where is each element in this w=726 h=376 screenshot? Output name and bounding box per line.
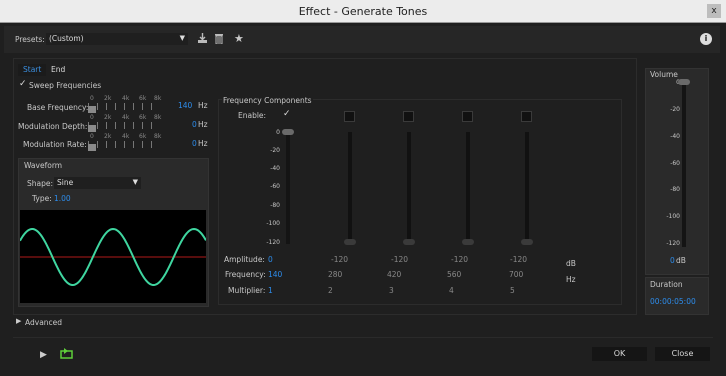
- advanced-label[interactable]: Advanced: [25, 318, 62, 327]
- amplitude-value-5[interactable]: -120: [510, 255, 527, 264]
- type-value[interactable]: 1.00: [54, 194, 71, 203]
- base-frequency-label: Base Frequency:: [27, 103, 89, 112]
- base-frequency-slider[interactable]: 0 2k 4k 6k 8k: [88, 95, 163, 113]
- base-frequency-unit: Hz: [198, 101, 208, 110]
- loop-icon[interactable]: [60, 348, 73, 359]
- amplitude-fader-5[interactable]: [503, 128, 537, 248]
- multiplier-value-2[interactable]: 2: [328, 286, 333, 295]
- favorite-star-icon[interactable]: ★: [234, 32, 244, 45]
- enable-checkbox-4[interactable]: [462, 111, 473, 122]
- amplitude-value-2[interactable]: -120: [331, 255, 348, 264]
- base-frequency-value[interactable]: 140: [178, 101, 192, 110]
- shape-value: Sine: [57, 178, 74, 187]
- info-icon[interactable]: i: [700, 33, 712, 45]
- presets-value: (Custom): [49, 34, 84, 43]
- slider-thumb[interactable]: [88, 144, 96, 151]
- amplitude-fader-4[interactable]: [444, 128, 478, 248]
- title-bar: Effect - Generate Tones x: [0, 0, 726, 23]
- presets-label: Presets:: [15, 35, 45, 44]
- enable-checkbox-5[interactable]: [521, 111, 532, 122]
- sweep-checkbox[interactable]: ✓: [19, 79, 27, 89]
- amplitude-value-3[interactable]: -120: [391, 255, 408, 264]
- modulation-rate-unit: Hz: [198, 139, 208, 148]
- fader-knob[interactable]: [521, 239, 533, 245]
- fader-knob[interactable]: [282, 129, 294, 135]
- multiplier-value-1[interactable]: 1: [268, 286, 273, 295]
- save-preset-icon[interactable]: [197, 33, 208, 44]
- fader-knob[interactable]: [462, 239, 474, 245]
- frequency-unit: Hz: [566, 275, 576, 284]
- shape-label: Shape:: [27, 179, 54, 188]
- amplitude-value-1[interactable]: 0: [268, 255, 273, 264]
- fader-knob[interactable]: [678, 79, 690, 85]
- sweep-label: Sweep Frequencies: [29, 81, 102, 90]
- amplitude-fader-1[interactable]: 0 -20 -40 -60 -80 -100 -120: [266, 128, 296, 248]
- amplitude-fader-2[interactable]: [326, 128, 360, 248]
- fader-knob[interactable]: [403, 239, 415, 245]
- multiplier-value-4[interactable]: 4: [449, 286, 454, 295]
- multiplier-value-5[interactable]: 5: [510, 286, 515, 295]
- volume-fader[interactable]: 0 -20 -40 -60 -80 -100 -120: [662, 78, 696, 250]
- chevron-down-icon: ▼: [179, 34, 185, 42]
- play-icon[interactable]: ▶: [40, 350, 47, 360]
- amplitude-value-4[interactable]: -120: [451, 255, 468, 264]
- slider-thumb[interactable]: [88, 125, 96, 132]
- amplitude-label: Amplitude:: [224, 255, 265, 264]
- modulation-rate-value[interactable]: 0: [192, 139, 197, 148]
- enable-label: Enable:: [238, 111, 267, 120]
- tab-end[interactable]: End: [46, 64, 70, 76]
- duration-value[interactable]: 00:00:05:00: [650, 297, 696, 306]
- amplitude-fader-3[interactable]: [385, 128, 419, 248]
- delete-preset-icon[interactable]: [214, 33, 224, 44]
- close-window-button[interactable]: x: [707, 4, 721, 18]
- divider: [13, 337, 713, 338]
- frequency-value-3[interactable]: 420: [387, 270, 401, 279]
- multiplier-label: Multiplier:: [228, 286, 266, 295]
- frequency-components-title: Frequency Components: [222, 96, 313, 105]
- close-button[interactable]: Close: [655, 347, 710, 361]
- fader-knob[interactable]: [344, 239, 356, 245]
- modulation-rate-label: Modulation Rate:: [23, 140, 87, 149]
- volume-unit: dB: [676, 256, 686, 265]
- enable-checkbox-3[interactable]: [403, 111, 414, 122]
- frequency-label: Frequency:: [225, 270, 266, 279]
- waveform-title: Waveform: [24, 161, 63, 170]
- type-label: Type:: [32, 194, 52, 203]
- frequency-value-5[interactable]: 700: [509, 270, 523, 279]
- modulation-depth-unit: Hz: [198, 120, 208, 129]
- multiplier-value-3[interactable]: 3: [389, 286, 394, 295]
- tab-start[interactable]: Start: [18, 64, 47, 76]
- enable-checkbox-2[interactable]: [344, 111, 355, 122]
- duration-title: Duration: [650, 280, 683, 289]
- modulation-depth-slider[interactable]: 0 2k 4k 6k 8k: [88, 114, 163, 132]
- frequency-value-4[interactable]: 560: [447, 270, 461, 279]
- expand-arrow-icon[interactable]: ▶: [16, 317, 21, 325]
- presets-dropdown[interactable]: (Custom) ▼: [46, 33, 188, 45]
- window-title: Effect - Generate Tones: [298, 5, 428, 18]
- enable-checkbox-1[interactable]: ✓: [283, 109, 291, 119]
- modulation-depth-label: Modulation Depth:: [18, 122, 88, 131]
- volume-value[interactable]: 0: [670, 256, 675, 265]
- shape-dropdown[interactable]: Sine ▼: [54, 177, 141, 189]
- frequency-value-2[interactable]: 280: [328, 270, 342, 279]
- modulation-depth-value[interactable]: 0: [192, 120, 197, 129]
- ok-button[interactable]: OK: [592, 347, 647, 361]
- waveform-display: [20, 210, 206, 303]
- amplitude-unit: dB: [566, 259, 576, 268]
- modulation-rate-slider[interactable]: 0 2k 4k 6k 8k: [88, 133, 163, 151]
- chevron-down-icon: ▼: [132, 178, 138, 186]
- slider-thumb[interactable]: [88, 106, 96, 113]
- frequency-value-1[interactable]: 140: [268, 270, 282, 279]
